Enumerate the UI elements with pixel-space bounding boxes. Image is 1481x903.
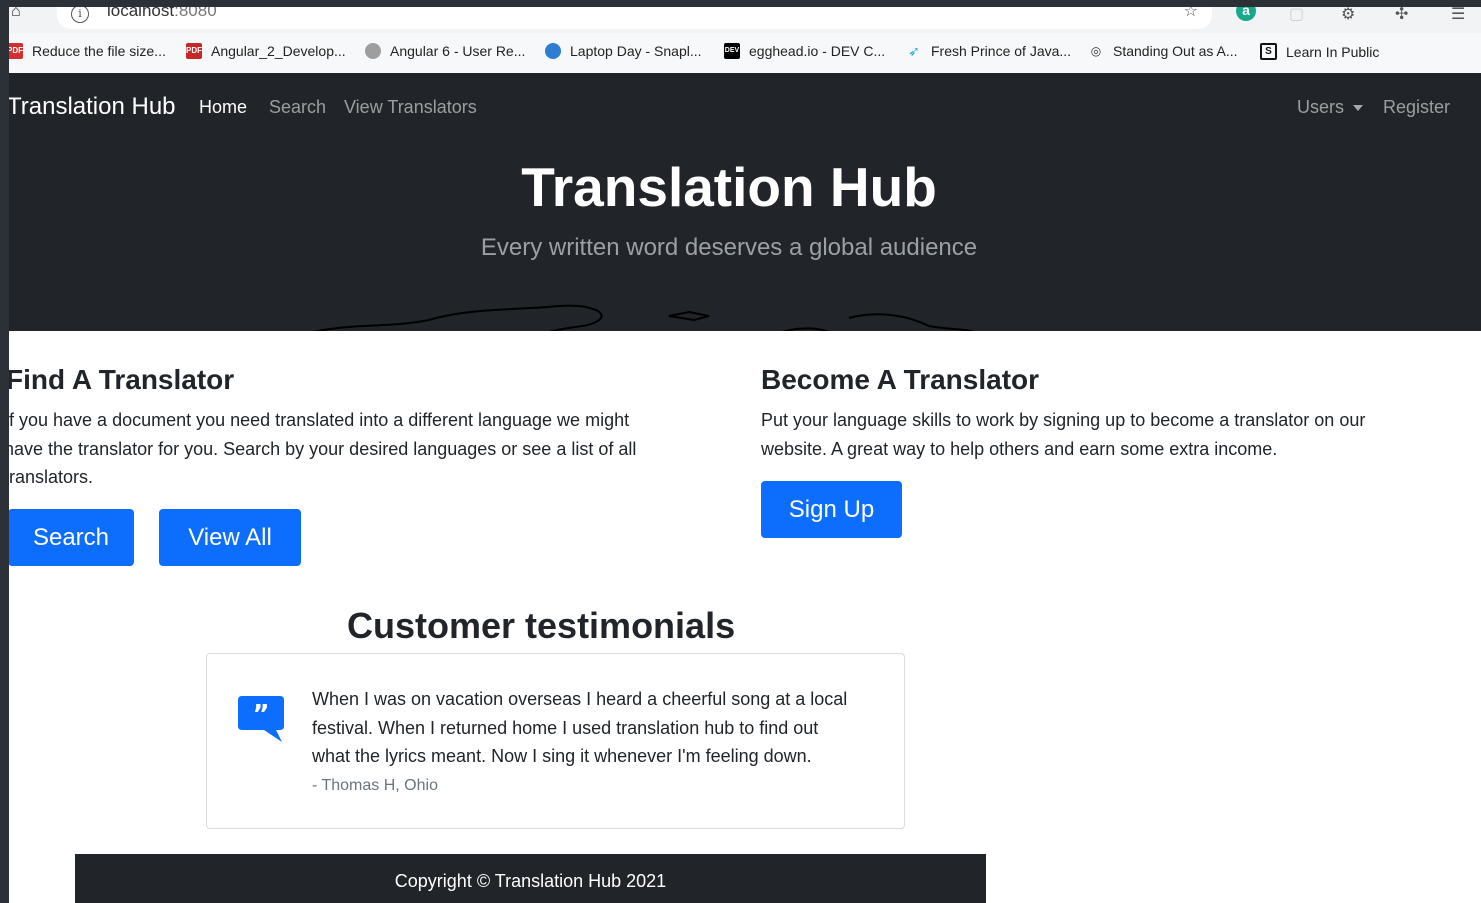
world-map-decoration xyxy=(313,304,975,331)
find-text-line: have the translator for you. Search by y… xyxy=(9,438,637,459)
hero-title: Translation Hub xyxy=(521,156,937,218)
search-button[interactable]: Search xyxy=(9,509,134,566)
bookmark-item[interactable]: Angular 6 - User Re... xyxy=(365,43,525,59)
navbar-brand[interactable]: Translation Hub xyxy=(9,93,176,121)
snapl-icon xyxy=(545,43,561,59)
url-port: :8080 xyxy=(174,7,217,20)
become-translator-text: Put your language skills to work by sign… xyxy=(761,406,1365,463)
testimonial-line: When I was on vacation overseas I heard … xyxy=(312,689,848,709)
bookmark-label: Angular 6 - User Re... xyxy=(390,43,526,59)
testimonial-author: - Thomas H, Ohio xyxy=(312,777,438,794)
find-translator-text: If you have a document you need translat… xyxy=(9,406,636,492)
address-bar[interactable]: i localhost:8080 ☆ xyxy=(57,7,1212,29)
users-dropdown[interactable]: Users xyxy=(1297,97,1364,118)
bookmark-label: Learn In Public xyxy=(1286,43,1380,60)
glasses-icon: ◎ xyxy=(1090,44,1102,58)
nav-link-view-translators[interactable]: View Translators xyxy=(344,97,477,118)
testimonial-line: festival. When I returned home I used tr… xyxy=(312,717,819,738)
nav-link-home[interactable]: Home xyxy=(199,97,247,118)
bookmark-label: Standing Out as A... xyxy=(1113,43,1238,59)
svg-text:”: ” xyxy=(252,700,269,730)
favorites-list-icon[interactable]: ☰ xyxy=(1451,7,1465,24)
avatar-icon xyxy=(365,43,381,59)
info-icon[interactable]: i xyxy=(71,7,89,23)
nav-link-register[interactable]: Register xyxy=(1383,97,1450,118)
become-translator-title: Become A Translator xyxy=(761,364,1040,395)
chevron-down-icon xyxy=(1353,105,1364,112)
bookmark-label: egghead.io - DEV C... xyxy=(749,43,886,59)
bookmark-item[interactable]: S Learn In Public xyxy=(1260,43,1379,60)
users-label: Users xyxy=(1297,97,1345,117)
nav-link-search[interactable]: Search xyxy=(269,97,326,118)
home-icon[interactable]: ⌂ xyxy=(11,7,21,21)
extensions-puzzle-icon[interactable]: ✣ xyxy=(1395,7,1408,24)
bookmarks-bar: PDF Reduce the file size... PDF Angular_… xyxy=(9,33,1481,74)
sign-up-button[interactable]: Sign Up xyxy=(761,481,902,538)
bookmark-item[interactable]: Laptop Day - Snapl... xyxy=(545,43,702,59)
become-text-line: Put your language skills to work by sign… xyxy=(761,410,1366,430)
find-text-line: translators. xyxy=(9,467,94,487)
browser-toolbar: ⌂ i localhost:8080 ☆ a ▢ ⚙ ✣ ☰ xyxy=(9,7,1481,33)
bookmark-item[interactable]: ◎ Standing Out as A... xyxy=(1088,43,1238,59)
bookmark-item[interactable]: PDF Reduce the file size... xyxy=(9,43,166,59)
find-text-line: If you have a document you need translat… xyxy=(9,410,630,430)
footer-copyright: Copyright © Translation Hub 2021 xyxy=(394,871,667,891)
bookmark-label: Laptop Day - Snapl... xyxy=(570,43,702,59)
extension-gear-icon[interactable]: ⚙ xyxy=(1341,7,1355,24)
bookmark-item[interactable]: ➶ Fresh Prince of Java... xyxy=(906,43,1071,59)
testimonial-text: When I was on vacation overseas I heard … xyxy=(312,685,882,771)
pdf-icon: PDF xyxy=(9,43,23,59)
testimonial-card: ” When I was on vacation overseas I hear… xyxy=(206,653,905,829)
bookmark-label: Angular_2_Develop... xyxy=(211,43,346,59)
bookmark-item[interactable]: DEV egghead.io - DEV C... xyxy=(724,43,885,59)
bookmark-label: Reduce the file size... xyxy=(32,43,166,59)
dev-icon: DEV xyxy=(724,43,740,59)
navbar: Translation Hub Home Search View Transla… xyxy=(9,73,1481,331)
bookmark-item[interactable]: PDF Angular_2_Develop... xyxy=(186,43,346,59)
add-favorite-icon[interactable]: ☆ xyxy=(1184,7,1198,21)
become-text-line: website. A great way to help others and … xyxy=(761,438,1278,459)
footer: Copyright © Translation Hub 2021 xyxy=(75,854,986,903)
pdf-file-icon: PDF xyxy=(186,43,202,59)
testimonial-line: what the lyrics meant. Now I sing it whe… xyxy=(312,746,812,766)
extension-blank-icon[interactable]: ▢ xyxy=(1289,7,1304,24)
url-text[interactable]: localhost:8080 xyxy=(107,7,217,21)
bookmark-label: Fresh Prince of Java... xyxy=(931,43,1072,59)
twitter-icon: ➶ xyxy=(908,43,920,59)
browser-page: ⌂ i localhost:8080 ☆ a ▢ ⚙ ✣ ☰ PDF Reduc… xyxy=(9,7,1481,903)
url-host: localhost xyxy=(107,7,175,20)
find-translator-title: Find A Translator xyxy=(9,364,235,395)
view-all-button[interactable]: View All xyxy=(159,509,301,566)
quote-icon: ” xyxy=(238,696,284,742)
extension-a-icon[interactable]: a xyxy=(1236,7,1256,21)
hero-subtitle: Every written word deserves a global aud… xyxy=(480,234,978,261)
swyx-icon: S xyxy=(1260,43,1277,60)
testimonials-title: Customer testimonials xyxy=(347,605,736,646)
